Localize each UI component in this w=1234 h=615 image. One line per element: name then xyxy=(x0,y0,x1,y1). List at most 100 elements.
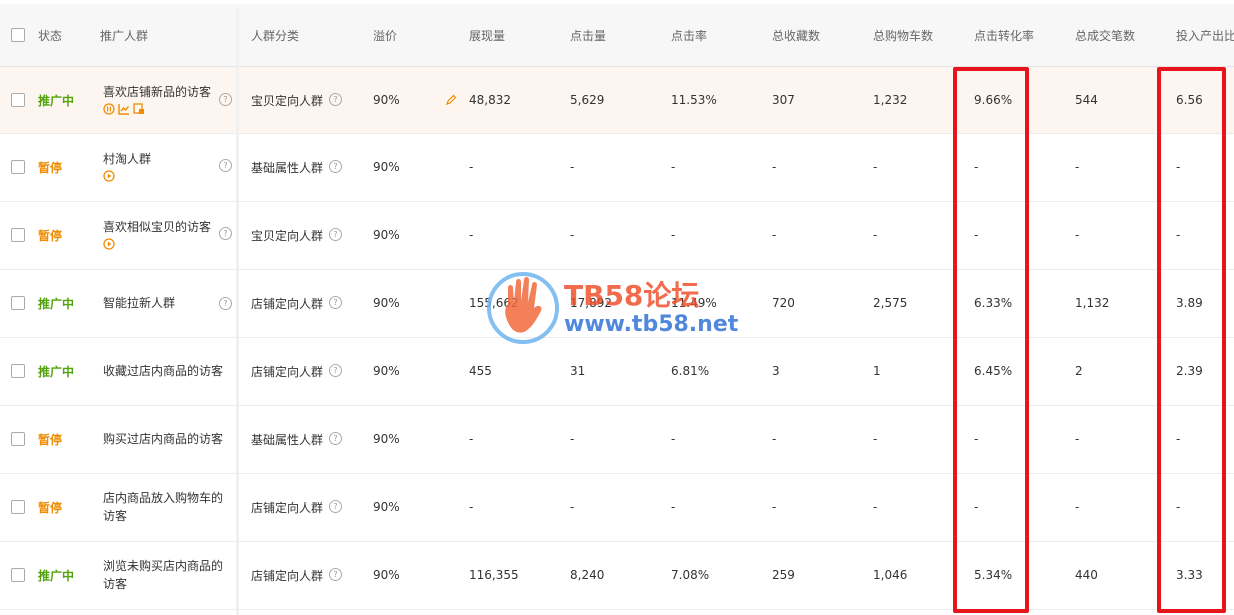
question-circle-icon[interactable]: ? xyxy=(329,432,342,445)
orders-cell: 544 xyxy=(1075,93,1098,107)
table-row[interactable]: 暂停 村淘人群 ? 基础属性人群 ? 90% -------- xyxy=(0,133,1234,202)
crowd-name: 收藏过店内商品的访客 xyxy=(103,364,224,378)
impressions-cell: - xyxy=(469,500,474,514)
row-checkbox-cell[interactable] xyxy=(11,337,25,405)
row-checkbox-cell[interactable] xyxy=(11,269,25,337)
favorites-cell: 3 xyxy=(772,364,780,378)
ctr-cell: 11.53% xyxy=(671,93,717,107)
question-circle-icon[interactable]: ? xyxy=(219,227,232,240)
row-checkbox[interactable] xyxy=(11,500,25,514)
header-premium[interactable]: 溢价 xyxy=(373,4,397,66)
table-row[interactable]: 暂停 购买过店内商品的访客 基础属性人群 ? 90% -------- xyxy=(0,405,1234,474)
table-row[interactable]: 推广中 收藏过店内商品的访客 店铺定向人群 ? 90% 455 31 6.81% 3 1… xyxy=(0,337,1234,406)
cart-cell: - xyxy=(873,500,878,514)
premium-cell: 90% xyxy=(373,93,400,107)
row-checkbox-cell[interactable] xyxy=(11,473,25,541)
premium-cell: 90% xyxy=(373,432,400,446)
table-row[interactable]: 推广中 智能拉新人群 ? 店铺定向人群 ? 90% 155,662 17,892 1… xyxy=(0,269,1234,338)
row-checkbox-cell[interactable] xyxy=(11,201,25,269)
question-circle-icon[interactable]: ? xyxy=(329,364,342,377)
clicks-cell: 31 xyxy=(570,364,586,378)
favorites-cell: - xyxy=(772,160,777,174)
header-clicks[interactable]: 点击量 xyxy=(570,4,606,66)
ctr-cell: - xyxy=(671,228,676,242)
header-orders[interactable]: 总成交笔数 xyxy=(1075,4,1135,66)
question-circle-icon[interactable]: ? xyxy=(219,93,232,106)
crowd-name: 智能拉新人群 xyxy=(103,296,176,310)
status-badge: 暂停 xyxy=(38,500,63,515)
status-badge: 暂停 xyxy=(38,160,63,175)
select-all-checkbox-cell[interactable] xyxy=(11,4,25,66)
crowd-cell: 喜欢店铺新品的访客 xyxy=(103,67,211,133)
crowd-name: 浏览未购买店内商品的 xyxy=(103,559,224,573)
header-ctr[interactable]: 点击率 xyxy=(671,4,707,66)
question-circle-icon[interactable]: ? xyxy=(329,160,342,173)
table-row[interactable]: 推广中 喜欢店铺新品的访客 ? 宝贝定向人群 ? 90% 48,832 5,629… xyxy=(0,67,1234,134)
table-row[interactable]: 推广中 浏览未购买店内商品的 访客 店铺定向人群 ? 90% 116,355 8,2… xyxy=(0,541,1234,610)
header-impressions[interactable]: 展现量 xyxy=(469,4,505,66)
category-cell: 宝贝定向人群 xyxy=(251,228,324,243)
row-checkbox-cell[interactable] xyxy=(11,405,25,473)
question-circle-icon[interactable]: ? xyxy=(329,568,342,581)
question-circle-icon[interactable]: ? xyxy=(329,228,342,241)
crowd-name: 店内商品放入购物车的 xyxy=(103,491,224,505)
row-checkbox-cell[interactable] xyxy=(11,133,25,201)
favorites-cell: 259 xyxy=(772,568,795,582)
header-conversion[interactable]: 点击转化率 xyxy=(974,4,1034,66)
select-all-checkbox[interactable] xyxy=(11,28,25,42)
orders-cell: 2 xyxy=(1075,364,1083,378)
header-roi[interactable]: 投入产出比 xyxy=(1176,4,1234,66)
question-circle-icon[interactable]: ? xyxy=(329,296,342,309)
cart-cell: 1,232 xyxy=(873,93,908,107)
row-checkbox[interactable] xyxy=(11,160,25,174)
clicks-cell: - xyxy=(570,432,575,446)
table-row[interactable]: 暂停 店内商品放入购物车的 访客 店铺定向人群 ? 90% -------- xyxy=(0,473,1234,542)
crowd-name-line2: 访客 xyxy=(103,509,128,523)
cart-cell: - xyxy=(873,228,878,242)
row-checkbox-cell[interactable] xyxy=(11,541,25,609)
row-checkbox[interactable] xyxy=(11,228,25,242)
table-row[interactable]: 暂停 喜欢相似宝贝的访客 ? 宝贝定向人群 ? 90% -------- xyxy=(0,201,1234,270)
row-checkbox[interactable] xyxy=(11,568,25,582)
play-circle-icon[interactable] xyxy=(103,169,115,185)
premium-cell: 90% xyxy=(373,364,400,378)
row-checkbox[interactable] xyxy=(11,296,25,310)
ctr-cell: 11.49% xyxy=(671,296,717,310)
play-circle-icon[interactable] xyxy=(103,237,115,253)
clicks-cell: - xyxy=(570,500,575,514)
question-circle-icon[interactable]: ? xyxy=(329,500,342,513)
category-cell: 基础属性人群 xyxy=(251,160,324,175)
trend-chart-icon[interactable] xyxy=(118,103,130,118)
crowd-cell: 购买过店内商品的访客 xyxy=(103,405,223,473)
header-favorites[interactable]: 总收藏数 xyxy=(772,4,820,66)
ctr-cell: - xyxy=(671,160,676,174)
row-checkbox[interactable] xyxy=(11,93,25,107)
impressions-cell: - xyxy=(469,228,474,242)
ctr-cell: - xyxy=(671,500,676,514)
crowd-name: 喜欢相似宝贝的访客 xyxy=(103,219,212,234)
question-circle-icon[interactable]: ? xyxy=(219,159,232,172)
pencil-icon[interactable] xyxy=(445,67,457,133)
header-crowd[interactable]: 推广人群 xyxy=(100,4,148,66)
crowd-name: 村淘人群 xyxy=(103,151,152,166)
row-checkbox-cell[interactable] xyxy=(11,67,25,133)
pause-circle-icon[interactable] xyxy=(103,102,115,118)
report-icon[interactable] xyxy=(133,102,145,118)
header-status[interactable]: 状态 xyxy=(38,4,62,66)
impressions-cell: - xyxy=(469,432,474,446)
favorites-cell: 307 xyxy=(772,93,795,107)
header-cart[interactable]: 总购物车数 xyxy=(873,4,933,66)
crowd-cell: 村淘人群 xyxy=(103,133,151,201)
row-checkbox[interactable] xyxy=(11,364,25,378)
favorites-cell: - xyxy=(772,500,777,514)
cart-cell: - xyxy=(873,432,878,446)
category-cell: 基础属性人群 xyxy=(251,432,324,447)
orders-cell: 440 xyxy=(1075,568,1098,582)
premium-cell: 90% xyxy=(373,500,400,514)
question-circle-icon[interactable]: ? xyxy=(329,93,342,106)
ctr-cell: - xyxy=(671,432,676,446)
row-checkbox[interactable] xyxy=(11,432,25,446)
orders-cell: 1,132 xyxy=(1075,296,1110,310)
question-circle-icon[interactable]: ? xyxy=(219,297,232,310)
header-category[interactable]: 人群分类 xyxy=(251,4,299,66)
